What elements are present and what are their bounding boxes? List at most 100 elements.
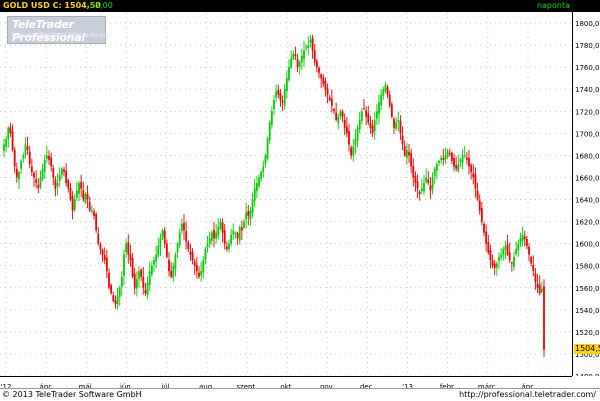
candle-body — [328, 97, 331, 101]
candle-body — [157, 245, 160, 256]
candle-body — [5, 138, 8, 147]
candle-body — [67, 179, 70, 189]
candle-body — [339, 111, 342, 117]
footer-url[interactable]: http://professional.teletrader.com/ — [459, 390, 596, 399]
candle-body — [401, 135, 404, 145]
candle-body — [73, 199, 76, 210]
candle-body — [318, 67, 320, 73]
candle-body — [65, 170, 68, 183]
candle-body — [243, 221, 245, 228]
candle-body — [71, 196, 74, 211]
candle-body — [189, 251, 192, 255]
candle-body — [273, 100, 275, 110]
y-tick-label: 1660,00 — [575, 174, 600, 182]
candle-body — [373, 120, 376, 132]
candle-body — [230, 234, 233, 244]
candle-body — [28, 151, 31, 165]
candle-body — [95, 214, 98, 231]
candle-body — [176, 243, 179, 253]
candle-body — [448, 153, 451, 155]
candle-body — [365, 110, 368, 117]
candle-body — [508, 252, 511, 261]
candle-body — [350, 147, 353, 156]
candle-body — [309, 39, 312, 43]
candle-body — [13, 149, 16, 167]
y-tick-label: 1540,00 — [575, 307, 600, 315]
candle-body — [159, 238, 162, 247]
candle-body — [307, 45, 310, 49]
candle-body — [360, 111, 363, 121]
candle-body — [135, 278, 138, 289]
candle-body — [429, 185, 432, 191]
candle-body — [253, 188, 256, 201]
candle-body — [161, 230, 164, 238]
candle-body — [170, 270, 173, 277]
candle-body — [324, 80, 327, 90]
period-label[interactable]: naponta — [537, 1, 570, 10]
candle-body — [11, 131, 14, 150]
candle-body — [450, 152, 453, 161]
y-tick-label: 1520,00 — [575, 329, 600, 337]
candle-body — [103, 254, 106, 261]
candle-body — [446, 150, 449, 157]
candle-body — [315, 60, 318, 68]
candle-body — [369, 123, 372, 128]
candle-body — [150, 265, 153, 275]
candle-body — [223, 230, 226, 244]
candle-body — [247, 211, 250, 217]
candle-body — [238, 227, 241, 241]
candle-body — [142, 276, 145, 288]
candle-body — [236, 232, 239, 239]
candle-body — [63, 169, 65, 172]
candle-body — [444, 155, 447, 160]
candle-body — [52, 167, 55, 178]
copyright-text: © 2013 TeleTrader Software GmbH — [2, 390, 142, 399]
y-tick-label: 1640,00 — [575, 197, 600, 205]
candle-body — [296, 59, 299, 68]
candle-body — [118, 287, 121, 298]
candle-body — [395, 122, 398, 129]
candle-body — [140, 269, 143, 277]
candle-body — [279, 92, 282, 101]
candle-body — [90, 210, 93, 213]
candle-body — [457, 164, 460, 171]
candle-body — [390, 104, 393, 117]
candle-body — [510, 262, 513, 264]
candle-body — [397, 120, 400, 122]
candle-body — [538, 284, 541, 294]
candle-body — [303, 50, 305, 59]
candle-body — [337, 116, 340, 124]
candle-body — [131, 258, 134, 277]
candle-body — [208, 238, 211, 244]
candle-body — [416, 181, 419, 189]
candle-body — [264, 155, 267, 164]
candlestick-chart[interactable] — [0, 12, 572, 377]
candle-body — [18, 171, 20, 180]
candle-body — [56, 182, 59, 187]
candle-body — [277, 89, 280, 95]
candle-body — [384, 84, 387, 91]
candle-body — [133, 273, 136, 288]
candle-body — [513, 256, 515, 267]
plot-area[interactable] — [0, 12, 573, 377]
chart-window: GOLD USD C: 1504,50 -55,00 naponta TeleT… — [0, 0, 600, 401]
candle-body — [232, 230, 235, 235]
candle-body — [215, 232, 218, 239]
candle-body — [375, 111, 378, 119]
candle-body — [517, 243, 520, 251]
candle-body — [367, 113, 370, 123]
candle-body — [403, 146, 406, 156]
candle-body — [322, 77, 325, 84]
candle-body — [283, 89, 286, 106]
candle-body — [210, 232, 213, 241]
candle-body — [43, 159, 46, 172]
candle-body — [476, 190, 479, 200]
candle-body — [483, 223, 485, 233]
candle-body — [326, 88, 329, 95]
candle-body — [97, 233, 100, 244]
y-tick-label: 1780,00 — [575, 42, 600, 50]
candle-body — [288, 67, 290, 81]
candle-body — [540, 288, 543, 292]
candle-body — [255, 182, 258, 191]
candle-body — [515, 249, 518, 254]
